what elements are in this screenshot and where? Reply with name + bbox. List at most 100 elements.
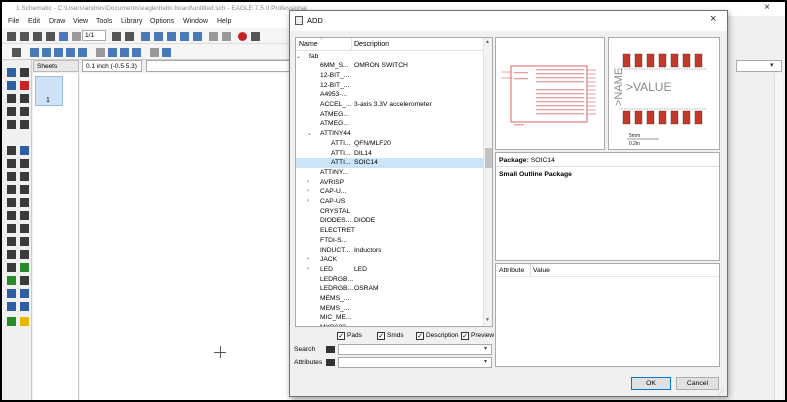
col-description-header[interactable]: Description bbox=[354, 41, 389, 48]
gate-icon[interactable] bbox=[20, 302, 29, 311]
tree-row[interactable]: MXD623... bbox=[296, 323, 483, 326]
print-icon[interactable] bbox=[33, 32, 42, 41]
tree-row[interactable]: 12-BIT_... bbox=[296, 81, 483, 91]
layer4-icon[interactable] bbox=[66, 48, 75, 57]
menu-help[interactable]: Help bbox=[217, 18, 231, 25]
ulp-icon[interactable] bbox=[112, 32, 121, 41]
split-icon[interactable] bbox=[7, 198, 16, 207]
scroll-up-icon[interactable]: ▲ bbox=[485, 39, 490, 45]
scrollbar-thumb[interactable] bbox=[485, 148, 492, 168]
optimize-icon[interactable] bbox=[20, 211, 29, 220]
library-tree[interactable]: ˄ Name Description ⌄ fab 6MM_S... OMRON SWI… bbox=[295, 37, 493, 327]
tree-row[interactable]: 12-BIT_... bbox=[296, 71, 483, 81]
wire-tool-icon[interactable] bbox=[7, 211, 16, 220]
tree-row[interactable]: › JACK bbox=[296, 255, 483, 265]
resize-grip-icon[interactable]: ⋰ bbox=[718, 389, 724, 396]
tree-scrollbar[interactable]: ▲ ▼ bbox=[483, 38, 492, 326]
change-icon[interactable] bbox=[20, 120, 29, 129]
style3-icon[interactable] bbox=[120, 48, 129, 57]
ok-button[interactable]: OK bbox=[631, 377, 671, 390]
tree-row[interactable]: CRYSTAL bbox=[296, 207, 483, 217]
value-icon[interactable] bbox=[20, 172, 29, 181]
command-input-right[interactable] bbox=[736, 60, 782, 72]
smash-icon[interactable] bbox=[7, 185, 16, 194]
replace-icon[interactable] bbox=[20, 159, 29, 168]
delete-icon[interactable] bbox=[7, 146, 16, 155]
tree-row[interactable]: INDUCT... Inductors bbox=[296, 246, 483, 256]
cam-icon[interactable] bbox=[46, 32, 55, 41]
layer3-icon[interactable] bbox=[54, 48, 63, 57]
tree-row[interactable]: ATTINY... bbox=[296, 168, 483, 178]
add-icon[interactable] bbox=[20, 146, 29, 155]
tree-row[interactable]: ATTI... SOIC14 bbox=[296, 158, 483, 168]
dimension-icon[interactable] bbox=[20, 289, 29, 298]
canvas-scrollbar[interactable] bbox=[774, 74, 783, 400]
smds-checkbox[interactable]: ✓ Smds bbox=[377, 332, 404, 340]
command-line[interactable] bbox=[146, 60, 292, 72]
chevron-down-icon[interactable]: ▾ bbox=[770, 61, 774, 69]
menu-file[interactable]: File bbox=[8, 18, 19, 25]
redo-icon[interactable] bbox=[222, 32, 231, 41]
open-icon[interactable] bbox=[7, 32, 16, 41]
chevron-down-icon[interactable]: ▾ bbox=[484, 358, 487, 365]
sheet-icon[interactable] bbox=[72, 32, 81, 41]
info-icon[interactable] bbox=[7, 68, 16, 77]
tree-row[interactable]: ELECTRET bbox=[296, 226, 483, 236]
tree-row[interactable]: ATTI... QFN/MLF20 bbox=[296, 139, 483, 149]
search-input[interactable] bbox=[338, 344, 492, 355]
tree-row[interactable]: LEDRGB... OSRAM bbox=[296, 284, 483, 294]
tree-row[interactable]: 6MM_S... OMRON SWITCH bbox=[296, 61, 483, 71]
invoke-icon[interactable] bbox=[20, 198, 29, 207]
col-name-header[interactable]: Name bbox=[299, 41, 318, 48]
tree-row[interactable]: ATTI... DIL14 bbox=[296, 149, 483, 159]
style4-icon[interactable] bbox=[132, 48, 141, 57]
dialog-close-icon[interactable]: × bbox=[710, 13, 716, 25]
erc-icon[interactable] bbox=[7, 317, 16, 326]
menu-options[interactable]: Options bbox=[150, 18, 174, 25]
layer5-icon[interactable] bbox=[78, 48, 87, 57]
text-icon[interactable] bbox=[20, 224, 29, 233]
expand-toggle-icon[interactable]: ⌄ bbox=[307, 130, 312, 137]
grid-icon[interactable] bbox=[12, 48, 21, 57]
board-icon[interactable] bbox=[59, 32, 68, 41]
tree-row[interactable]: MEMS_... bbox=[296, 304, 483, 314]
expand-toggle-icon[interactable]: › bbox=[307, 198, 309, 204]
zoom-in-icon[interactable] bbox=[154, 32, 163, 41]
copy-icon[interactable] bbox=[20, 94, 29, 103]
line-icon[interactable] bbox=[7, 224, 16, 233]
main-close-icon[interactable]: × bbox=[752, 3, 782, 13]
zoom-select[interactable]: 1/1 bbox=[82, 30, 106, 41]
redraw-icon[interactable] bbox=[180, 32, 189, 41]
menu-view[interactable]: View bbox=[73, 18, 88, 25]
label-icon[interactable] bbox=[20, 276, 29, 285]
preview-checkbox[interactable]: ✓ Preview bbox=[461, 332, 494, 340]
menu-window[interactable]: Window bbox=[183, 18, 208, 25]
mirror-icon[interactable] bbox=[7, 107, 16, 116]
arc-icon[interactable] bbox=[20, 237, 29, 246]
errors-icon[interactable] bbox=[20, 317, 29, 326]
rect-icon[interactable] bbox=[7, 250, 16, 259]
expand-toggle-icon[interactable]: › bbox=[307, 188, 309, 194]
tree-row[interactable]: ⌄ ATTINY44 bbox=[296, 129, 483, 139]
attr-col-attribute[interactable]: Attribute bbox=[499, 267, 524, 274]
cancel-button[interactable]: Cancel bbox=[676, 377, 719, 390]
wire2-icon[interactable] bbox=[162, 48, 171, 57]
polygon-icon[interactable] bbox=[20, 250, 29, 259]
pads-checkbox[interactable]: ✓ Pads bbox=[337, 332, 362, 340]
bus-icon[interactable] bbox=[7, 263, 16, 272]
tree-row[interactable]: › CAP-U... bbox=[296, 187, 483, 197]
style2-icon[interactable] bbox=[108, 48, 117, 57]
menu-library[interactable]: Library bbox=[121, 18, 142, 25]
zoom-select-icon[interactable] bbox=[193, 32, 202, 41]
tree-row[interactable]: MEMS_... bbox=[296, 294, 483, 304]
miter-icon[interactable] bbox=[20, 185, 29, 194]
attr-col-value[interactable]: Value bbox=[533, 267, 550, 274]
wire-icon[interactable] bbox=[150, 48, 159, 57]
go-icon[interactable] bbox=[251, 32, 260, 41]
circle-icon[interactable] bbox=[7, 237, 16, 246]
chevron-down-icon[interactable]: ▾ bbox=[484, 345, 487, 352]
tree-row[interactable]: MIC_ME... bbox=[296, 313, 483, 323]
save-icon[interactable] bbox=[20, 32, 29, 41]
group-icon[interactable] bbox=[7, 120, 16, 129]
tree-row[interactable]: › CAP-US bbox=[296, 197, 483, 207]
